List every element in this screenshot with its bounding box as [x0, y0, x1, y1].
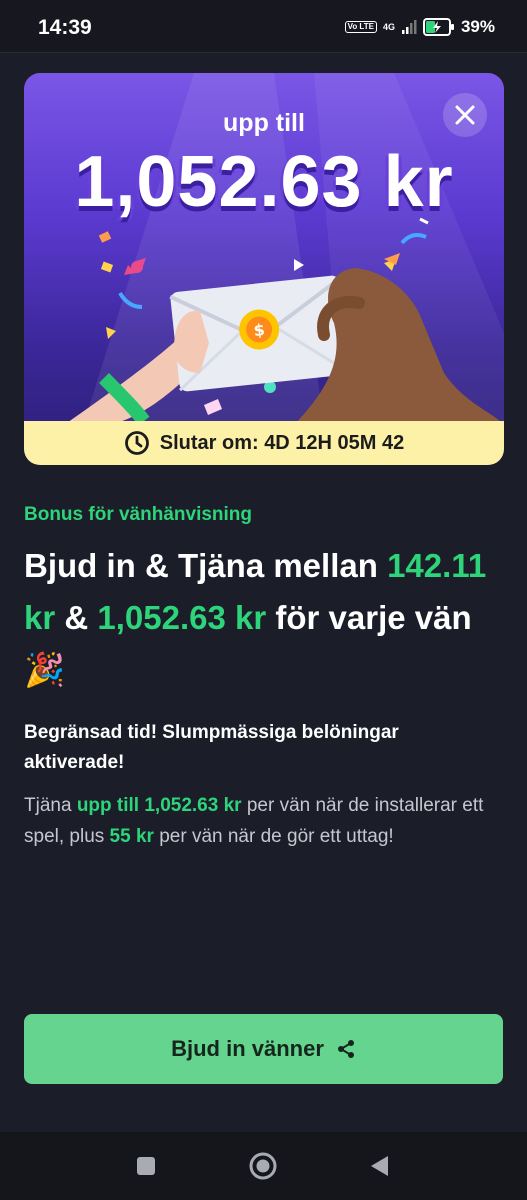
page-title: Bjud in & Tjäna mellan 142.11 kr & 1,052…: [24, 540, 494, 696]
invite-friends-label: Bjud in vänner: [171, 1036, 324, 1061]
recents-icon: [137, 1157, 155, 1175]
home-icon: [249, 1152, 277, 1180]
close-button[interactable]: [443, 93, 487, 137]
status-bar: 14:39 Vo LTE 4G 39%: [0, 0, 527, 52]
max-amount: 1,052.63 kr: [97, 599, 267, 636]
desc-highlight-install: upp till 1,052.63 kr: [76, 795, 242, 816]
limited-time-notice: Begränsad tid! Slumpmässiga belöningar a…: [24, 722, 399, 773]
status-icons: Vo LTE 4G 39%: [344, 17, 495, 37]
network-type: 4G: [382, 22, 395, 32]
svg-text:$: $: [253, 320, 266, 340]
max-reward-amount: 1,052.63 kr: [74, 142, 454, 222]
countdown-text: Slutar om: 4D 12H 05M 42: [159, 431, 405, 454]
up-to-label: upp till: [223, 109, 305, 137]
volte-icon: Vo LTE: [344, 21, 377, 33]
desc-text: per vän när de gör ett uttag!: [153, 826, 394, 847]
close-icon: [455, 105, 475, 125]
back-button[interactable]: [363, 1150, 395, 1182]
reward-description: Tjäna upp till 1,052.63 kr per vän när d…: [24, 790, 494, 852]
headline-text: &: [55, 599, 98, 636]
divider: [0, 52, 527, 53]
recents-button[interactable]: [130, 1150, 162, 1182]
system-nav-bar: [0, 1132, 527, 1200]
battery-percent: 39%: [460, 17, 495, 36]
section-eyebrow: Bonus för vänhänvisning: [24, 504, 253, 525]
signal-icon: [401, 20, 417, 34]
home-button[interactable]: [247, 1150, 279, 1182]
headline-text: Bjud in & Tjäna mellan: [24, 547, 388, 584]
desc-highlight-withdraw: 55 kr: [109, 826, 154, 847]
promo-banner: $ upp till 1,052.63 kr Slutar om: 4D 12H…: [24, 73, 504, 465]
status-time: 14:39: [38, 16, 92, 39]
party-popper-icon: 🎉: [24, 651, 66, 688]
desc-text: Tjäna: [24, 795, 77, 816]
countdown-bar: Slutar om: 4D 12H 05M 42: [24, 421, 504, 465]
share-icon: [337, 1040, 354, 1058]
back-icon: [371, 1156, 388, 1176]
battery-icon: [422, 18, 454, 36]
clock-icon: [124, 431, 149, 455]
headline-text: för varje vän: [266, 599, 472, 636]
invite-friends-button[interactable]: Bjud in vänner: [24, 1014, 503, 1084]
